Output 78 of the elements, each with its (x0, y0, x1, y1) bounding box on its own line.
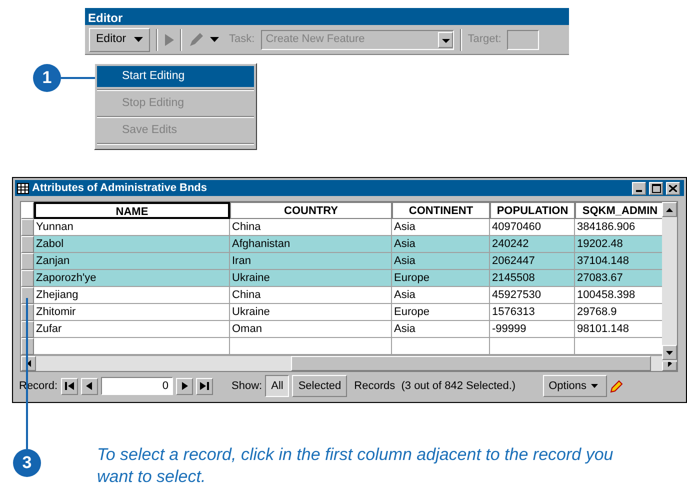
show-button[interactable]: All (265, 375, 290, 397)
vertical-scrollbar[interactable] (662, 202, 677, 362)
callout-number: 1 (33, 64, 61, 92)
table-cell: Zabol (34, 236, 230, 253)
maximize-icon (652, 184, 660, 192)
table-cell: Asia (392, 287, 490, 304)
show-label: Show: (232, 378, 262, 394)
scroll-right-icon[interactable] (668, 360, 672, 367)
column-header[interactable]: CONTINENT (392, 202, 490, 219)
target-dropdown[interactable] (507, 30, 540, 50)
last-record-button[interactable] (196, 378, 213, 394)
table-cell: 37104.148 (575, 253, 665, 270)
leader-line (61, 77, 95, 79)
table-cell: Ukraine (230, 304, 392, 321)
pencil-icon (610, 379, 624, 393)
row-selector[interactable] (21, 236, 34, 253)
previous-record-button[interactable] (80, 378, 98, 394)
table-cell: 240242 (490, 236, 575, 253)
row-selector[interactable] (21, 219, 34, 236)
row-selector[interactable] (21, 287, 34, 304)
callout-number: 3 (13, 449, 41, 477)
caret-icon[interactable] (210, 37, 220, 42)
table-cell: Afghanistan (230, 236, 392, 253)
first-record-button[interactable] (60, 378, 78, 394)
skip-start-icon (64, 382, 74, 390)
row-selector[interactable] (21, 270, 34, 287)
triangle-right-icon (180, 382, 189, 390)
window-title: Attributes of Administrative Bnds (32, 180, 208, 196)
table-cell: 45927530 (490, 287, 575, 304)
caret-icon (590, 384, 598, 388)
minimize-button[interactable] (632, 182, 646, 194)
table-cell: Ukraine (230, 270, 392, 287)
toolbar-title: Editor (85, 8, 569, 25)
table-cell: Asia (392, 236, 490, 253)
table-cell: Asia (392, 253, 490, 270)
table-cell: -99999 (490, 321, 575, 338)
column-header[interactable]: POPULATION (490, 202, 575, 219)
table-cell: 2062447 (490, 253, 575, 270)
editor-menu-button[interactable]: Editor (89, 28, 150, 52)
table-cell: Zanjan (34, 253, 230, 270)
scroll-up-icon[interactable] (666, 208, 673, 212)
options-button[interactable]: Options (542, 375, 607, 397)
triangle-left-icon (84, 382, 94, 390)
table-cell: 19202.48 (575, 236, 665, 253)
scroll-thumb[interactable] (291, 356, 651, 371)
table-cell: Europe (392, 270, 490, 287)
table-cell: 1576313 (490, 304, 575, 321)
table-cell: Oman (230, 321, 392, 338)
next-record-button[interactable] (176, 378, 193, 394)
table-cell: Iran (230, 253, 392, 270)
table-cell: Zufar (34, 321, 230, 338)
maximize-button[interactable] (649, 182, 663, 194)
scroll-left-icon[interactable] (26, 360, 30, 367)
row-selector[interactable] (21, 253, 34, 270)
caption-text: To select a record, click in the first column adjacent to the record you want to select. (97, 444, 614, 485)
column-header[interactable]: NAME (34, 202, 230, 219)
table-cell: Zhejiang (34, 287, 230, 304)
horizontal-scrollbar[interactable] (21, 355, 677, 371)
close-button[interactable] (666, 182, 680, 194)
column-header[interactable]: SQKM_ADMIN (575, 202, 665, 219)
table-cell: China (230, 287, 392, 304)
skip-end-icon (200, 382, 209, 390)
records-status: Records (3 out of 842 Selected.) (354, 378, 516, 394)
close-icon (669, 184, 677, 192)
table-cell: Asia (392, 321, 490, 338)
table-cell: Zaporozh'ye (34, 270, 230, 287)
menu-item[interactable]: Start Editing (97, 66, 254, 87)
table-icon (17, 182, 29, 194)
record-field[interactable]: 0 (100, 377, 173, 395)
table-cell: Zhitomir (34, 304, 230, 321)
table-cell: 2145508 (490, 270, 575, 287)
column-header[interactable]: COUNTRY (230, 202, 392, 219)
task-label: Task: (229, 32, 255, 48)
target-label: Target: (468, 32, 502, 48)
show-button[interactable]: Selected (292, 375, 348, 397)
table-cell: Europe (392, 304, 490, 321)
caret-icon (134, 37, 144, 42)
table-cell: 27083.67 (575, 270, 665, 287)
